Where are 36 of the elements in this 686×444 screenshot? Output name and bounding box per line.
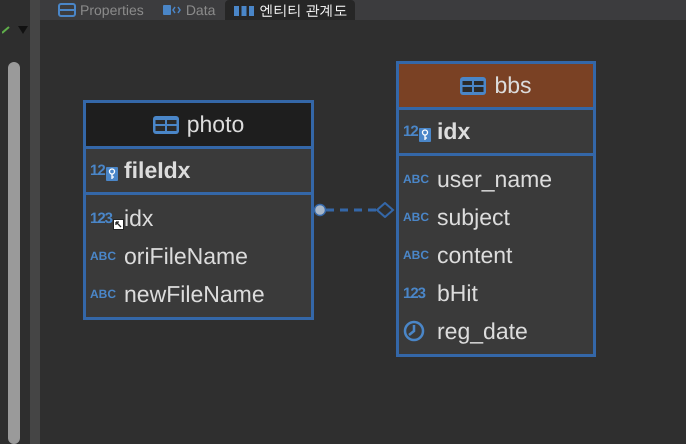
type-label: ABC [403,173,429,185]
entity-table[interactable]: photo 12 fileIdx 123 idx ABC oriFileName ABC newFileName [83,100,314,320]
column-name: idx [124,204,154,233]
type-label: ABC [90,250,116,262]
key-icon [106,166,118,180]
key-column: fileIdx [124,153,190,188]
type-label: 123 [403,286,426,300]
table-name: bbs [494,71,532,100]
column-name: bHit [437,278,478,308]
type-label: ABC [90,288,116,300]
type-label: ABC [403,249,429,261]
type-label: 12 [90,163,105,178]
type-label: 123 [90,210,112,226]
caret-icon[interactable] [18,26,28,34]
column-name: newFileName [124,280,265,309]
type-label: ABC [403,211,429,223]
column-name: reg_date [437,316,528,346]
column-name: user_name [437,164,552,194]
column-name: oriFileName [124,242,248,271]
table-icon [152,116,179,134]
entity-table[interactable]: bbs 12 idx ABC user_name ABC subject ABC content 123 bHit reg_date [396,61,596,357]
column-name: subject [437,202,510,232]
diagram-icon [233,3,256,17]
link-icon [113,219,124,230]
check-icon [2,26,10,34]
tab[interactable]: 엔티티 관계도 [225,0,356,20]
key-column: idx [437,114,470,149]
column-name: content [437,240,512,270]
table-icon [460,76,486,94]
table-icon [58,3,76,17]
clock-icon [403,320,425,342]
data-icon [162,3,182,17]
table-name: photo [186,110,244,140]
key-icon [418,128,431,142]
type-label: 12 [403,124,418,139]
scrollbar[interactable] [8,62,20,444]
